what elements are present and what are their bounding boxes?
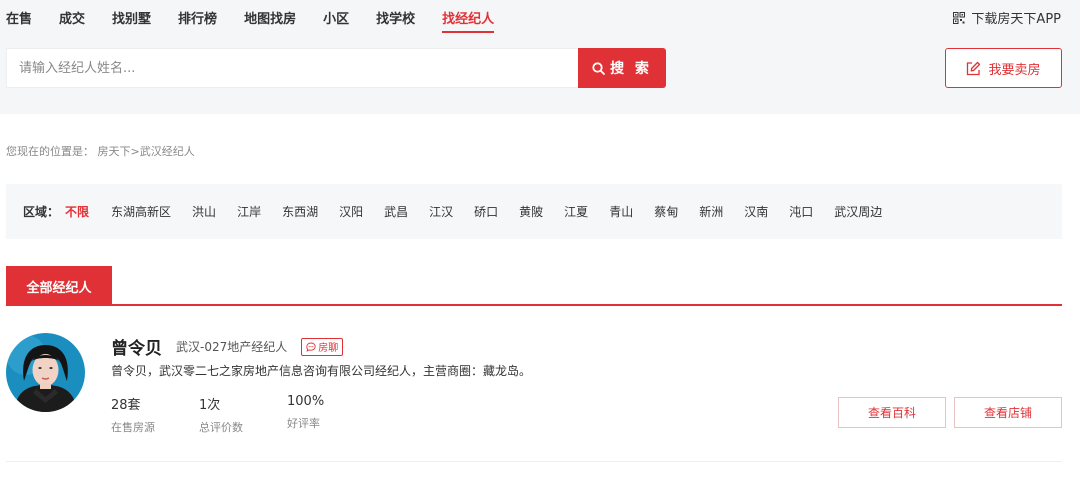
stat-rating: 100% 好评率 bbox=[287, 394, 375, 435]
search-button-label: 搜 索 bbox=[610, 61, 652, 77]
agent-description: 曾令贝，武汉零二七之家房地产信息咨询有限公司经纪人，主营商圈：藏龙岛。 bbox=[111, 364, 532, 378]
district-option[interactable]: 硚口 bbox=[474, 203, 498, 220]
district-option-all[interactable]: 不限 bbox=[65, 203, 89, 220]
district-option[interactable]: 汉南 bbox=[744, 203, 768, 220]
stat-value: 1次 bbox=[199, 398, 221, 413]
agent-name-row: 曾令贝 武汉-027地产经纪人 房聊 bbox=[111, 334, 344, 359]
stat-listings: 28套 在售房源 bbox=[111, 394, 199, 435]
download-app-link[interactable]: 下载房天下APP bbox=[953, 8, 1061, 27]
breadcrumb: 您现在的位置是： 房天下>武汉经纪人 bbox=[6, 145, 195, 158]
search-icon bbox=[592, 61, 605, 75]
district-option[interactable]: 江岸 bbox=[237, 203, 261, 220]
stat-label: 总评价数 bbox=[199, 421, 243, 434]
district-option[interactable]: 江夏 bbox=[564, 203, 588, 220]
district-filter-label: 区域： bbox=[23, 205, 60, 219]
district-option[interactable]: 洪山 bbox=[192, 203, 216, 220]
district-filter: 区域： 不限 东湖高新区 洪山 江岸 东西湖 汉阳 武昌 江汉 硚口 黄陂 江夏… bbox=[6, 184, 1062, 239]
district-option[interactable]: 沌口 bbox=[789, 203, 813, 220]
district-option[interactable]: 江汉 bbox=[429, 203, 453, 220]
sell-house-label: 我要卖房 bbox=[988, 62, 1041, 78]
agent-card: 曾令贝 武汉-027地产经纪人 房聊 曾令贝，武汉零二七之家房地产信息咨询有限公… bbox=[6, 330, 1062, 462]
district-option[interactable]: 新洲 bbox=[699, 203, 723, 220]
nav-item-agent[interactable]: 找经纪人 bbox=[442, 8, 495, 33]
nav-item-zaishou[interactable]: 在售 bbox=[6, 8, 32, 27]
chat-badge[interactable]: 房聊 bbox=[301, 337, 344, 356]
qr-code-icon bbox=[953, 11, 966, 24]
nav-item-ranking[interactable]: 排行榜 bbox=[178, 8, 217, 27]
stat-reviews: 1次 总评价数 bbox=[199, 394, 287, 435]
nav-item-villa[interactable]: 找别墅 bbox=[112, 8, 151, 27]
chat-badge-label: 房聊 bbox=[318, 343, 339, 354]
stat-label: 在售房源 bbox=[111, 421, 155, 434]
district-option[interactable]: 东湖高新区 bbox=[111, 203, 171, 220]
agent-stats: 28套 在售房源 1次 总评价数 100% 好评率 bbox=[111, 394, 375, 435]
tab-all-agents[interactable]: 全部经纪人 bbox=[6, 266, 112, 306]
search-button[interactable]: 搜 索 bbox=[578, 48, 666, 88]
view-baike-button[interactable]: 查看百科 bbox=[838, 397, 946, 428]
district-option[interactable]: 东西湖 bbox=[282, 203, 318, 220]
sell-house-button[interactable]: 我要卖房 bbox=[945, 48, 1062, 88]
district-option[interactable]: 青山 bbox=[609, 203, 633, 220]
district-option[interactable]: 汉阳 bbox=[339, 203, 363, 220]
main-nav: 在售 成交 找别墅 排行榜 地图找房 小区 找学校 找经纪人 bbox=[0, 0, 515, 34]
agent-tab-bar: 全部经纪人 bbox=[6, 266, 1062, 306]
edit-icon bbox=[967, 61, 981, 75]
nav-item-community[interactable]: 小区 bbox=[323, 8, 349, 27]
district-option[interactable]: 黄陂 bbox=[519, 203, 543, 220]
agent-avatar[interactable] bbox=[6, 333, 85, 412]
nav-item-chengjiao[interactable]: 成交 bbox=[59, 8, 85, 27]
nav-item-school[interactable]: 找学校 bbox=[376, 8, 415, 27]
view-store-button[interactable]: 查看店铺 bbox=[954, 397, 1062, 428]
district-option[interactable]: 武汉周边 bbox=[834, 203, 882, 220]
chat-bubble-icon bbox=[306, 342, 316, 352]
download-app-label: 下载房天下APP bbox=[971, 12, 1061, 27]
agent-name[interactable]: 曾令贝 bbox=[111, 334, 162, 359]
stat-value: 100% bbox=[287, 394, 325, 409]
avatar-photo bbox=[6, 333, 85, 412]
agent-company: 武汉-027地产经纪人 bbox=[176, 340, 288, 354]
district-option[interactable]: 蔡甸 bbox=[654, 203, 678, 220]
stat-label: 好评率 bbox=[287, 417, 320, 430]
agent-search-input[interactable] bbox=[6, 48, 578, 88]
district-option[interactable]: 武昌 bbox=[384, 203, 408, 220]
stat-value: 28套 bbox=[111, 398, 141, 413]
nav-item-map[interactable]: 地图找房 bbox=[244, 8, 296, 27]
